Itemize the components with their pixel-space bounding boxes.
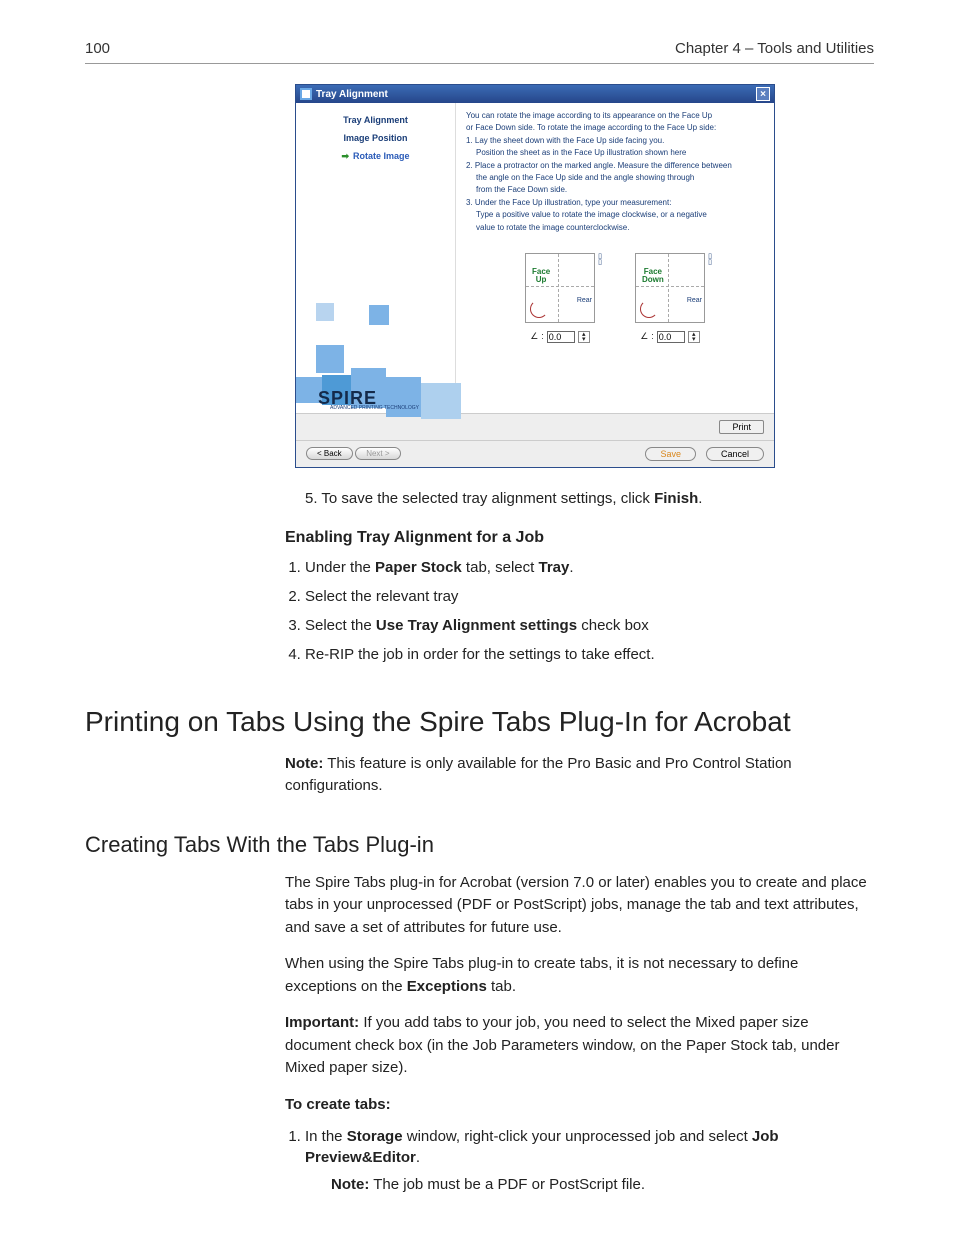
step-5: To save the selected tray alignment sett… xyxy=(305,488,874,509)
enabling-heading: Enabling Tray Alignment for a Job xyxy=(285,529,874,547)
spinner-icon[interactable]: ▴▾ xyxy=(578,331,590,343)
para-2: When using the Spire Tabs plug-in to cre… xyxy=(285,953,874,998)
spinner-icon[interactable]: ▴▾ xyxy=(688,331,700,343)
angle-icon: ∠ xyxy=(640,331,648,343)
section-heading: Creating Tabs With the Tabs Plug-in xyxy=(85,832,874,858)
note-2: Note: The job must be a PDF or PostScrip… xyxy=(331,1174,874,1195)
page-number: 100 xyxy=(85,40,110,57)
face-down-preview: Face Down Rear ▯▯ ∠ : ▴▾ xyxy=(635,253,705,343)
enabling-steps: Under the Paper Stock tab, select Tray. … xyxy=(285,557,874,665)
dialog-sidebar: Tray Alignment Image Position Rotate Ima… xyxy=(296,103,456,413)
rotation-arc-icon xyxy=(530,300,548,318)
cancel-button[interactable]: Cancel xyxy=(706,447,764,461)
save-button[interactable]: Save xyxy=(645,447,696,461)
ruler-icon: ▯▯ xyxy=(596,254,604,267)
enabling-step-1: Under the Paper Stock tab, select Tray. xyxy=(305,557,874,578)
face-up-preview: Face Up Rear ▯▯ ∠ : ▴▾ xyxy=(525,253,595,343)
nav-rotate-image[interactable]: Rotate Image xyxy=(302,151,449,162)
main-heading: Printing on Tabs Using the Spire Tabs Pl… xyxy=(85,705,874,739)
dialog-main: You can rotate the image according to it… xyxy=(456,103,774,413)
nav-image-position[interactable]: Image Position xyxy=(302,133,449,143)
para-1: The Spire Tabs plug-in for Acrobat (vers… xyxy=(285,872,874,940)
nav-tray-alignment[interactable]: Tray Alignment xyxy=(302,115,449,125)
important-note: Important: If you add tabs to your job, … xyxy=(285,1012,874,1080)
chapter-title: Chapter 4 – Tools and Utilities xyxy=(675,40,874,57)
enabling-step-4: Re-RIP the job in order for the settings… xyxy=(305,644,874,665)
tray-alignment-dialog: Tray Alignment × Tray Alignment Image Po… xyxy=(295,84,775,468)
spire-tagline: ADVANCED PRINTING TECHNOLOGY xyxy=(330,405,419,411)
dialog-title: Tray Alignment xyxy=(316,89,388,100)
close-icon[interactable]: × xyxy=(756,87,770,101)
angle-input-face-up[interactable] xyxy=(547,331,575,343)
back-button[interactable]: < Back xyxy=(306,447,353,460)
page-header: 100 Chapter 4 – Tools and Utilities xyxy=(85,40,874,64)
ruler-icon: ▯▯ xyxy=(706,254,714,267)
enabling-step-2: Select the relevant tray xyxy=(305,586,874,607)
step-5-list: To save the selected tray alignment sett… xyxy=(285,488,874,509)
create-step-1: In the Storage window, right-click your … xyxy=(305,1126,874,1195)
angle-input-face-down[interactable] xyxy=(657,331,685,343)
create-tabs-steps: In the Storage window, right-click your … xyxy=(285,1126,874,1195)
enabling-step-3: Select the Use Tray Alignment settings c… xyxy=(305,615,874,636)
dialog-titlebar: Tray Alignment × xyxy=(296,85,774,103)
note-1: Note: This feature is only available for… xyxy=(285,753,874,798)
rotation-arc-icon xyxy=(640,300,658,318)
print-button[interactable]: Print xyxy=(719,420,764,434)
to-create-tabs: To create tabs: xyxy=(285,1094,874,1117)
app-icon xyxy=(300,88,312,100)
angle-icon: ∠ xyxy=(530,331,538,343)
next-button: Next > xyxy=(355,447,400,460)
